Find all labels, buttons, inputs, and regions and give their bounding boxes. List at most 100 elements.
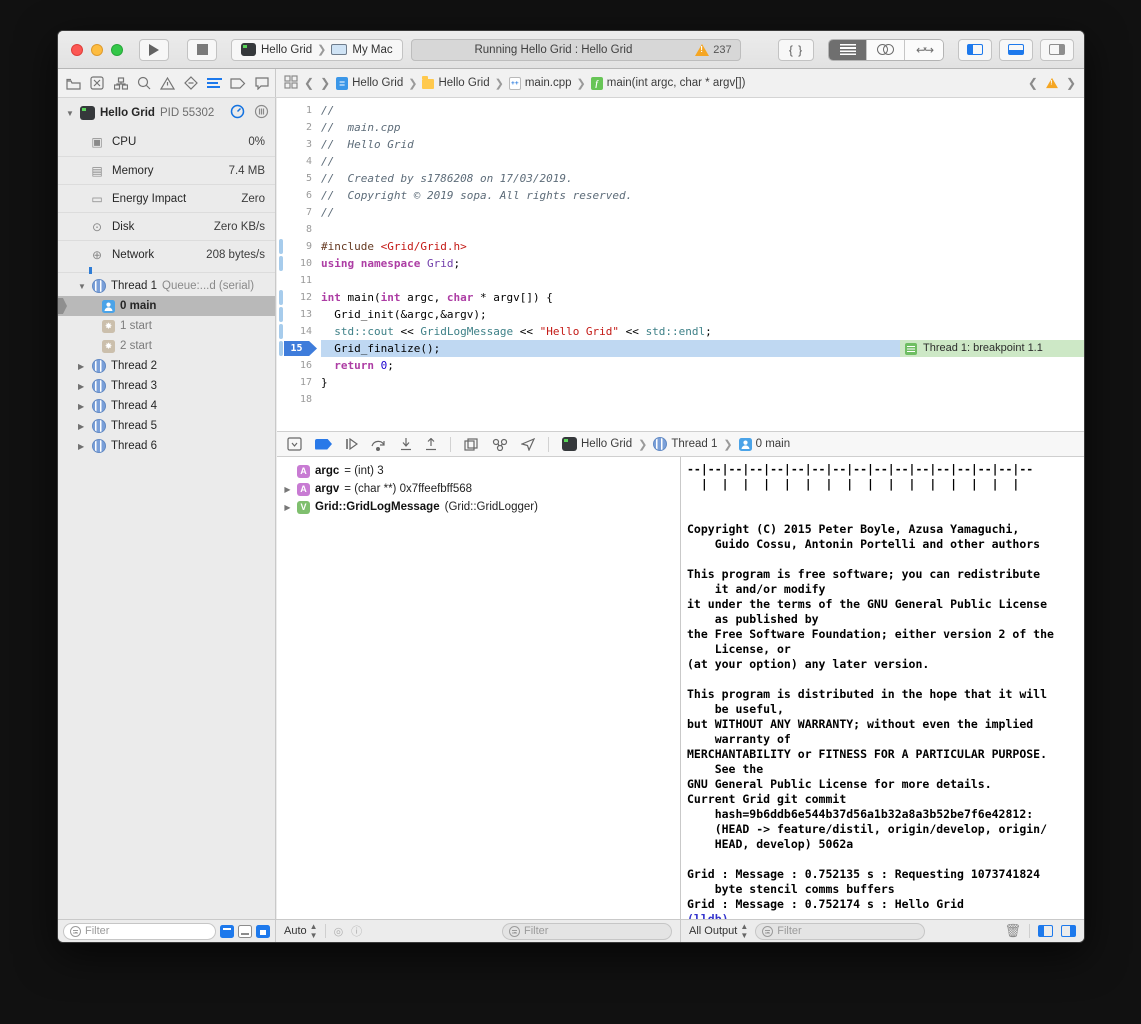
quicklook-eye-icon[interactable]: ◎: [334, 925, 344, 938]
code-line[interactable]: 2// main.cpp: [277, 119, 1084, 136]
thread-row[interactable]: ▶Thread 3: [58, 376, 275, 396]
code-line[interactable]: 5// Created by s1786208 on 17/03/2019.: [277, 170, 1084, 187]
code-line[interactable]: 9#include <Grid/Grid.h>: [277, 238, 1084, 255]
debug-area-toggle-button[interactable]: [999, 39, 1033, 61]
view-by-thread-icon[interactable]: [238, 925, 252, 938]
variable-row[interactable]: Aargc= (int) 3: [283, 462, 680, 480]
standard-editor-button[interactable]: [829, 40, 867, 60]
code-line[interactable]: 7//: [277, 204, 1084, 221]
code-line[interactable]: 10using namespace Grid;: [277, 255, 1084, 272]
code-line[interactable]: 1//: [277, 102, 1084, 119]
disclosure-triangle-icon[interactable]: ▶: [78, 422, 87, 431]
line-number-gutter[interactable]: 17: [277, 374, 321, 391]
line-number-gutter[interactable]: 12: [277, 289, 321, 306]
console-output-dropdown[interactable]: All Output ▲▼: [689, 922, 747, 940]
line-number-gutter[interactable]: 8: [277, 221, 321, 238]
stack-frame-row[interactable]: ✸1 start: [58, 316, 275, 336]
show-running-threads-icon[interactable]: [220, 925, 234, 938]
code-line[interactable]: 17}: [277, 374, 1084, 391]
code-line[interactable]: 15 Grid_finalize();Thread 1: breakpoint …: [277, 340, 1084, 357]
gauge-row-disk[interactable]: ⊙DiskZero KB/s: [58, 212, 275, 240]
disclosure-triangle-icon[interactable]: ▶: [283, 503, 292, 512]
jump-bar-item[interactable]: ≣Hello Grid: [336, 77, 403, 90]
debug-breadcrumb-item[interactable]: 0 main: [739, 438, 791, 451]
disclosure-triangle-icon[interactable]: ▶: [78, 382, 87, 391]
lldb-prompt[interactable]: (lldb): [687, 912, 1084, 919]
debug-breadcrumb-item[interactable]: Hello Grid: [562, 437, 632, 451]
project-navigator-icon[interactable]: [65, 75, 82, 92]
variables-pane-toggle[interactable]: [1038, 925, 1053, 937]
line-number-gutter[interactable]: 7: [277, 204, 321, 221]
breakpoint-navigator-icon[interactable]: [230, 75, 247, 92]
disclosure-triangle-icon[interactable]: ▼: [78, 282, 87, 291]
debug-gauge-icon[interactable]: [230, 104, 245, 122]
line-number-gutter[interactable]: 9: [277, 238, 321, 255]
variables-scope-dropdown[interactable]: Auto ▲▼: [284, 922, 317, 940]
thread-row[interactable]: ▶Thread 6: [58, 436, 275, 456]
warning-icon[interactable]: [1046, 78, 1058, 88]
navigator-filter-field[interactable]: Filter: [63, 923, 216, 940]
code-line[interactable]: 14 std::cout << GridLogMessage << "Hello…: [277, 323, 1084, 340]
code-line[interactable]: 11: [277, 272, 1084, 289]
thread-row[interactable]: ▶Thread 4: [58, 396, 275, 416]
inspector-toggle-button[interactable]: [1040, 39, 1074, 61]
thread-row[interactable]: ▶Thread 5: [58, 416, 275, 436]
line-number-gutter[interactable]: 16: [277, 357, 321, 374]
step-over-button[interactable]: [371, 438, 387, 451]
console-pane-toggle[interactable]: [1061, 925, 1076, 937]
line-number-gutter[interactable]: 14: [277, 323, 321, 340]
simulate-location-button[interactable]: [521, 438, 535, 451]
gauge-row-energy-impact[interactable]: ▭Energy ImpactZero: [58, 184, 275, 212]
line-number-gutter[interactable]: 3: [277, 136, 321, 153]
code-line[interactable]: 13 Grid_init(&argc,&argv);: [277, 306, 1084, 323]
code-line[interactable]: 3// Hello Grid: [277, 136, 1084, 153]
step-into-button[interactable]: [400, 438, 412, 451]
thread-row[interactable]: ▶Thread 2: [58, 356, 275, 376]
issue-navigator-icon[interactable]: [159, 75, 176, 92]
jump-bar-item[interactable]: fmain(int argc, char * argv[]): [591, 77, 746, 90]
test-navigator-icon[interactable]: [183, 75, 200, 92]
line-number-gutter[interactable]: 5: [277, 170, 321, 187]
scheme-selector[interactable]: Hello Grid ❯ My Mac: [231, 39, 403, 61]
jump-bar-item[interactable]: ++main.cpp: [509, 77, 572, 90]
gauge-row-memory[interactable]: ▤Memory7.4 MB: [58, 156, 275, 184]
disclosure-triangle-icon[interactable]: ▶: [78, 442, 87, 451]
line-number-gutter[interactable]: 13: [277, 306, 321, 323]
memory-graph-button[interactable]: [492, 438, 508, 451]
line-number-gutter[interactable]: 6: [277, 187, 321, 204]
view-hierarchy-button[interactable]: [464, 438, 479, 451]
code-line[interactable]: 12int main(int argc, char * argv[]) {: [277, 289, 1084, 306]
line-number-gutter[interactable]: 1: [277, 102, 321, 119]
disclosure-triangle-icon[interactable]: ▶: [283, 485, 292, 494]
code-line[interactable]: 16 return 0;: [277, 357, 1084, 374]
source-control-navigator-icon[interactable]: [89, 75, 106, 92]
navigator-toggle-button[interactable]: [958, 39, 992, 61]
breakpoint-annotation[interactable]: Thread 1: breakpoint 1.1: [900, 340, 1084, 357]
find-navigator-icon[interactable]: [136, 75, 153, 92]
report-navigator-icon[interactable]: [253, 75, 270, 92]
jump-bar-item[interactable]: Hello Grid: [422, 77, 489, 89]
close-window-button[interactable]: [71, 44, 83, 56]
gauge-row-network[interactable]: ⊕Network208 bytes/s: [58, 240, 275, 268]
variable-row[interactable]: ▶Aargv= (char **) 0x7ffeefbff568: [283, 480, 680, 498]
go-back-button[interactable]: ❮: [304, 76, 314, 90]
clear-console-icon[interactable]: 🗑: [1004, 923, 1021, 939]
run-button[interactable]: [139, 39, 169, 61]
minimize-window-button[interactable]: [91, 44, 103, 56]
activity-viewer[interactable]: Running Hello Grid : Hello Grid 237: [411, 39, 741, 61]
disclosure-triangle-icon[interactable]: ▶: [78, 362, 87, 371]
library-button[interactable]: { }: [778, 39, 814, 61]
continue-button[interactable]: [345, 438, 358, 450]
gauge-row-cpu[interactable]: ▣CPU0%: [58, 128, 275, 156]
info-icon[interactable]: ⓘ: [351, 923, 362, 939]
line-number-gutter[interactable]: 11: [277, 272, 321, 289]
hide-debug-area-button[interactable]: [287, 437, 302, 451]
console-output[interactable]: --|--|--|--|--|--|--|--|--|--|--|--|--|-…: [681, 457, 1084, 919]
go-forward-button[interactable]: ❯: [320, 76, 330, 90]
related-items-icon[interactable]: [284, 75, 298, 92]
code-line[interactable]: 18: [277, 391, 1084, 408]
line-number-gutter[interactable]: 15: [277, 340, 321, 357]
stack-frame-row[interactable]: 0 main: [58, 296, 275, 316]
version-editor-button[interactable]: ↩↪: [905, 40, 943, 60]
line-number-gutter[interactable]: 10: [277, 255, 321, 272]
